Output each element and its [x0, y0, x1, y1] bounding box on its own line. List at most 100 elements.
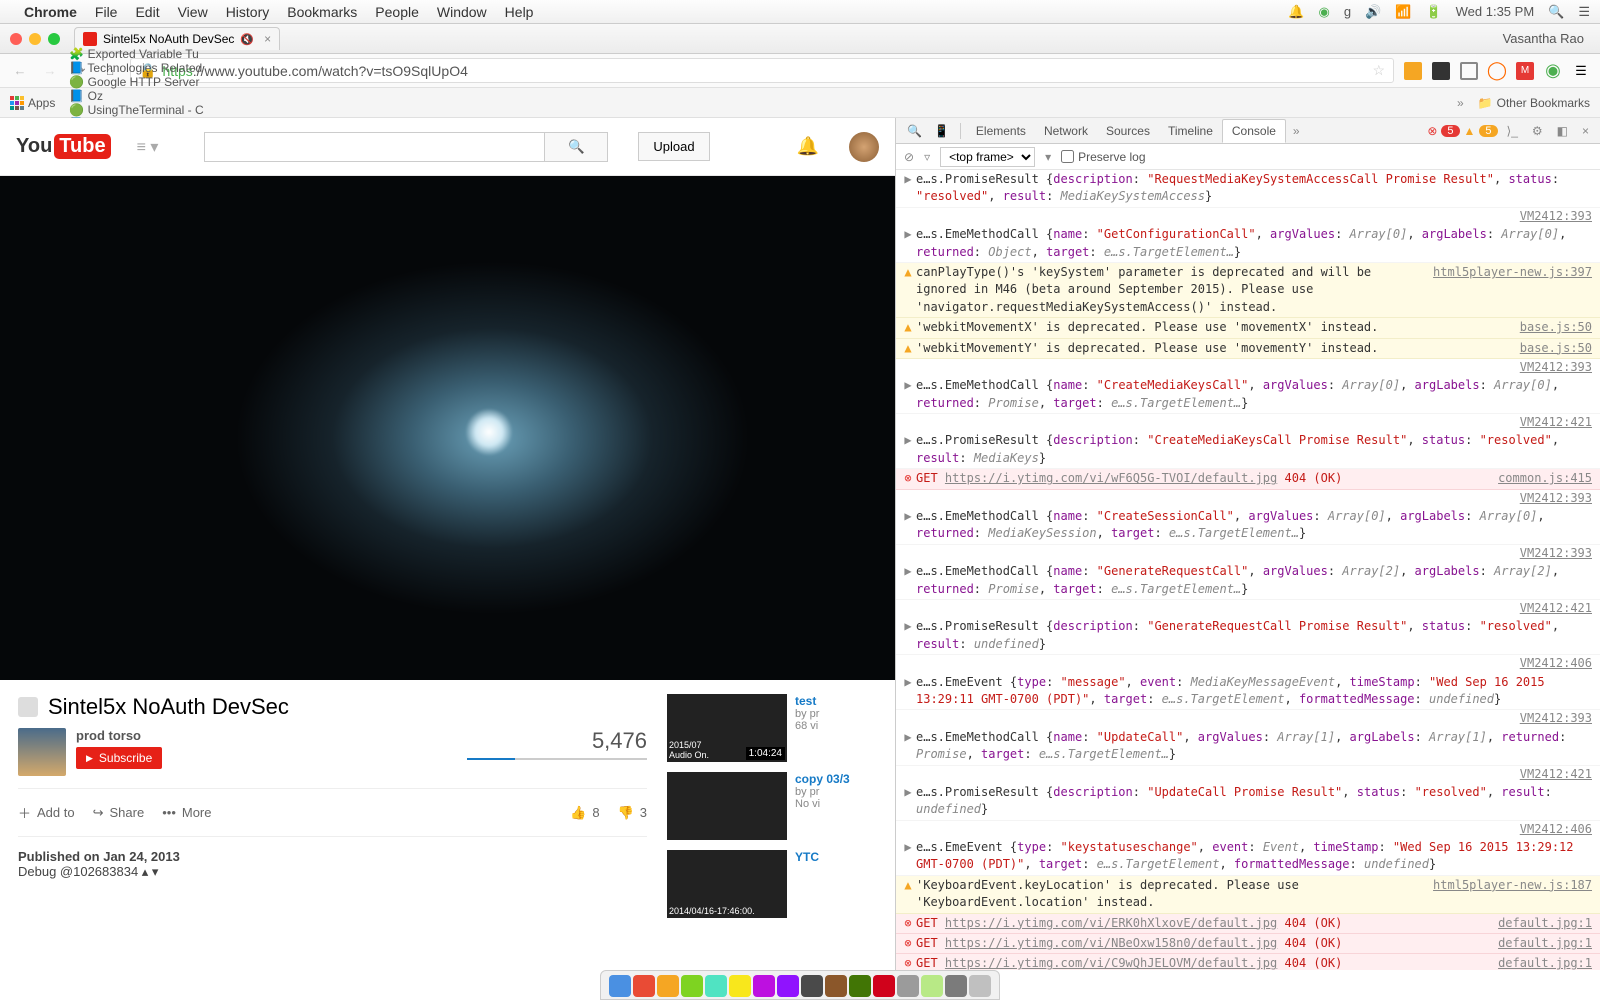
menu-icon[interactable]: ☰	[1578, 4, 1590, 20]
like-button[interactable]: 👍 8	[570, 805, 599, 821]
bookmark-star-icon[interactable]: ☆	[1372, 62, 1385, 79]
source-link[interactable]: VM2412:421	[1520, 414, 1592, 431]
preserve-log-checkbox[interactable]: Preserve log	[1061, 150, 1145, 164]
source-link[interactable]: default.jpg:1	[1498, 935, 1592, 952]
cast-icon[interactable]	[1460, 62, 1478, 80]
devtools-tab-network[interactable]: Network	[1035, 120, 1097, 142]
dock-app[interactable]	[873, 975, 895, 997]
channel-name[interactable]: prod torso	[76, 728, 162, 743]
clear-console-icon[interactable]: ⊘	[904, 150, 914, 164]
bookmark-item[interactable]: 🧩 Exported Variable Tu	[69, 47, 203, 61]
add-to-button[interactable]: ＋ Add to	[18, 803, 75, 822]
bookmark-item[interactable]: 📘 Oz	[69, 89, 203, 103]
source-link[interactable]: VM2412:393	[1520, 359, 1592, 376]
dock-app[interactable]	[729, 975, 751, 997]
menu-item[interactable]: Edit	[135, 4, 159, 20]
menu-item[interactable]: History	[226, 4, 270, 20]
console-row[interactable]: ▲'KeyboardEvent.keyLocation' is deprecat…	[896, 876, 1600, 914]
dock-app[interactable]	[969, 975, 991, 997]
related-video[interactable]: 2014/04/16-17:46:00.YTC	[667, 850, 877, 918]
menu-item[interactable]: Help	[505, 4, 534, 20]
devtools-tab-sources[interactable]: Sources	[1097, 120, 1159, 142]
source-link[interactable]: VM2412:421	[1520, 766, 1592, 783]
dock-app[interactable]	[753, 975, 775, 997]
wifi-icon[interactable]: 📶	[1395, 4, 1411, 20]
console-row[interactable]: ▶e…s.PromiseResult {description: "Reques…	[896, 170, 1600, 208]
devtools-tab-timeline[interactable]: Timeline	[1159, 120, 1222, 142]
user-avatar[interactable]	[849, 132, 879, 162]
battery-icon[interactable]: 🔋	[1425, 4, 1441, 20]
dock-app[interactable]	[849, 975, 871, 997]
menu-item[interactable]: People	[375, 4, 419, 20]
more-tabs-icon[interactable]: »	[1288, 124, 1305, 138]
console-row[interactable]: ▲'webkitMovementY' is deprecated. Please…	[896, 339, 1600, 359]
close-window-button[interactable]	[10, 33, 22, 45]
maximize-window-button[interactable]	[48, 33, 60, 45]
minimize-window-button[interactable]	[29, 33, 41, 45]
menu-item[interactable]: File	[95, 4, 118, 20]
ext-icon[interactable]: ◯	[1488, 62, 1506, 80]
menu-item[interactable]: Bookmarks	[287, 4, 357, 20]
dock-app[interactable]	[705, 975, 727, 997]
dock-app[interactable]	[825, 975, 847, 997]
source-link[interactable]: default.jpg:1	[1498, 915, 1592, 932]
console-row[interactable]: ▶e…s.EmeEvent {type: "message", event: M…	[896, 673, 1600, 711]
notification-icon[interactable]: 🔔	[1288, 4, 1304, 20]
source-link[interactable]: default.jpg:1	[1498, 955, 1592, 970]
console-row[interactable]: ▶e…s.PromiseResult {description: "Create…	[896, 431, 1600, 469]
source-link[interactable]: VM2412:393	[1520, 208, 1592, 225]
status-icon[interactable]: ◉	[1318, 4, 1329, 20]
console-output[interactable]: ▶e…s.PromiseResult {description: "Reques…	[896, 170, 1600, 970]
console-row[interactable]: ▶e…s.EmeEvent {type: "keystatuseschange"…	[896, 838, 1600, 876]
related-video[interactable]: copy 03/3by prNo vi	[667, 772, 877, 840]
source-link[interactable]: VM2412:406	[1520, 655, 1592, 672]
ext-icon[interactable]: ◉	[1544, 62, 1562, 80]
ext-icon[interactable]: M	[1516, 62, 1534, 80]
related-video[interactable]: 2015/07Audio On.1:04:24testby pr68 vi	[667, 694, 877, 762]
subscribe-button[interactable]: Subscribe	[76, 747, 162, 769]
close-devtools-icon[interactable]: ×	[1577, 124, 1594, 138]
console-row[interactable]: ⊗GET https://i.ytimg.com/vi/wF6Q5G-TVOI/…	[896, 469, 1600, 489]
devtools-tab-elements[interactable]: Elements	[967, 120, 1035, 142]
console-row[interactable]: ⊗GET https://i.ytimg.com/vi/ERK0hXlxovE/…	[896, 914, 1600, 934]
console-row[interactable]: ▶e…s.PromiseResult {description: "Genera…	[896, 617, 1600, 655]
source-link[interactable]: VM2412:393	[1520, 545, 1592, 562]
frame-select[interactable]: <top frame>	[940, 147, 1035, 167]
notification-bell-icon[interactable]: 🔔	[797, 136, 819, 157]
google-icon[interactable]: g	[1344, 4, 1351, 19]
dock-app[interactable]	[945, 975, 967, 997]
dock-app[interactable]	[609, 975, 631, 997]
dock-app[interactable]	[897, 975, 919, 997]
menu-item[interactable]: Window	[437, 4, 487, 20]
dock-icon[interactable]: ◧	[1552, 124, 1573, 138]
chrome-profile-name[interactable]: Vasantha Rao	[1503, 31, 1590, 46]
console-row[interactable]: ▶e…s.EmeMethodCall {name: "UpdateCall", …	[896, 728, 1600, 766]
more-button[interactable]: ••• More	[162, 805, 211, 820]
video-player[interactable]	[0, 176, 895, 680]
volume-icon[interactable]: 🔊	[1365, 4, 1381, 20]
source-link[interactable]: VM2412:393	[1520, 490, 1592, 507]
mute-icon[interactable]: 🔇	[240, 33, 254, 46]
dock-app[interactable]	[921, 975, 943, 997]
source-link[interactable]: html5player-new.js:397	[1433, 264, 1592, 316]
share-button[interactable]: ↪ Share	[93, 805, 145, 821]
source-link[interactable]: VM2412:393	[1520, 710, 1592, 727]
bookmarks-overflow-icon[interactable]: »	[1457, 96, 1464, 110]
upload-button[interactable]: Upload	[638, 132, 709, 161]
console-row[interactable]: ⊗GET https://i.ytimg.com/vi/NBeOxw158n0/…	[896, 934, 1600, 954]
spotlight-icon[interactable]: 🔍	[1548, 4, 1564, 20]
dock-app[interactable]	[777, 975, 799, 997]
app-name[interactable]: Chrome	[24, 4, 77, 20]
search-button[interactable]: 🔍	[544, 132, 608, 162]
console-row[interactable]: ▶e…s.EmeMethodCall {name: "CreateMediaKe…	[896, 376, 1600, 414]
filter-icon[interactable]: ▿	[924, 150, 930, 164]
console-row[interactable]: ⊗GET https://i.ytimg.com/vi/C9wQhJELOVM/…	[896, 954, 1600, 970]
source-link[interactable]: base.js:50	[1520, 319, 1592, 336]
device-icon[interactable]: 📱	[929, 124, 954, 138]
channel-avatar[interactable]	[18, 728, 66, 776]
bookmark-item[interactable]: 🟢 Google HTTP Server	[69, 75, 203, 89]
console-row[interactable]: ▶e…s.EmeMethodCall {name: "GetConfigurat…	[896, 225, 1600, 263]
console-row[interactable]: ▶e…s.EmeMethodCall {name: "CreateSession…	[896, 507, 1600, 545]
menu-item[interactable]: View	[178, 4, 208, 20]
close-tab-icon[interactable]: ×	[264, 32, 271, 46]
